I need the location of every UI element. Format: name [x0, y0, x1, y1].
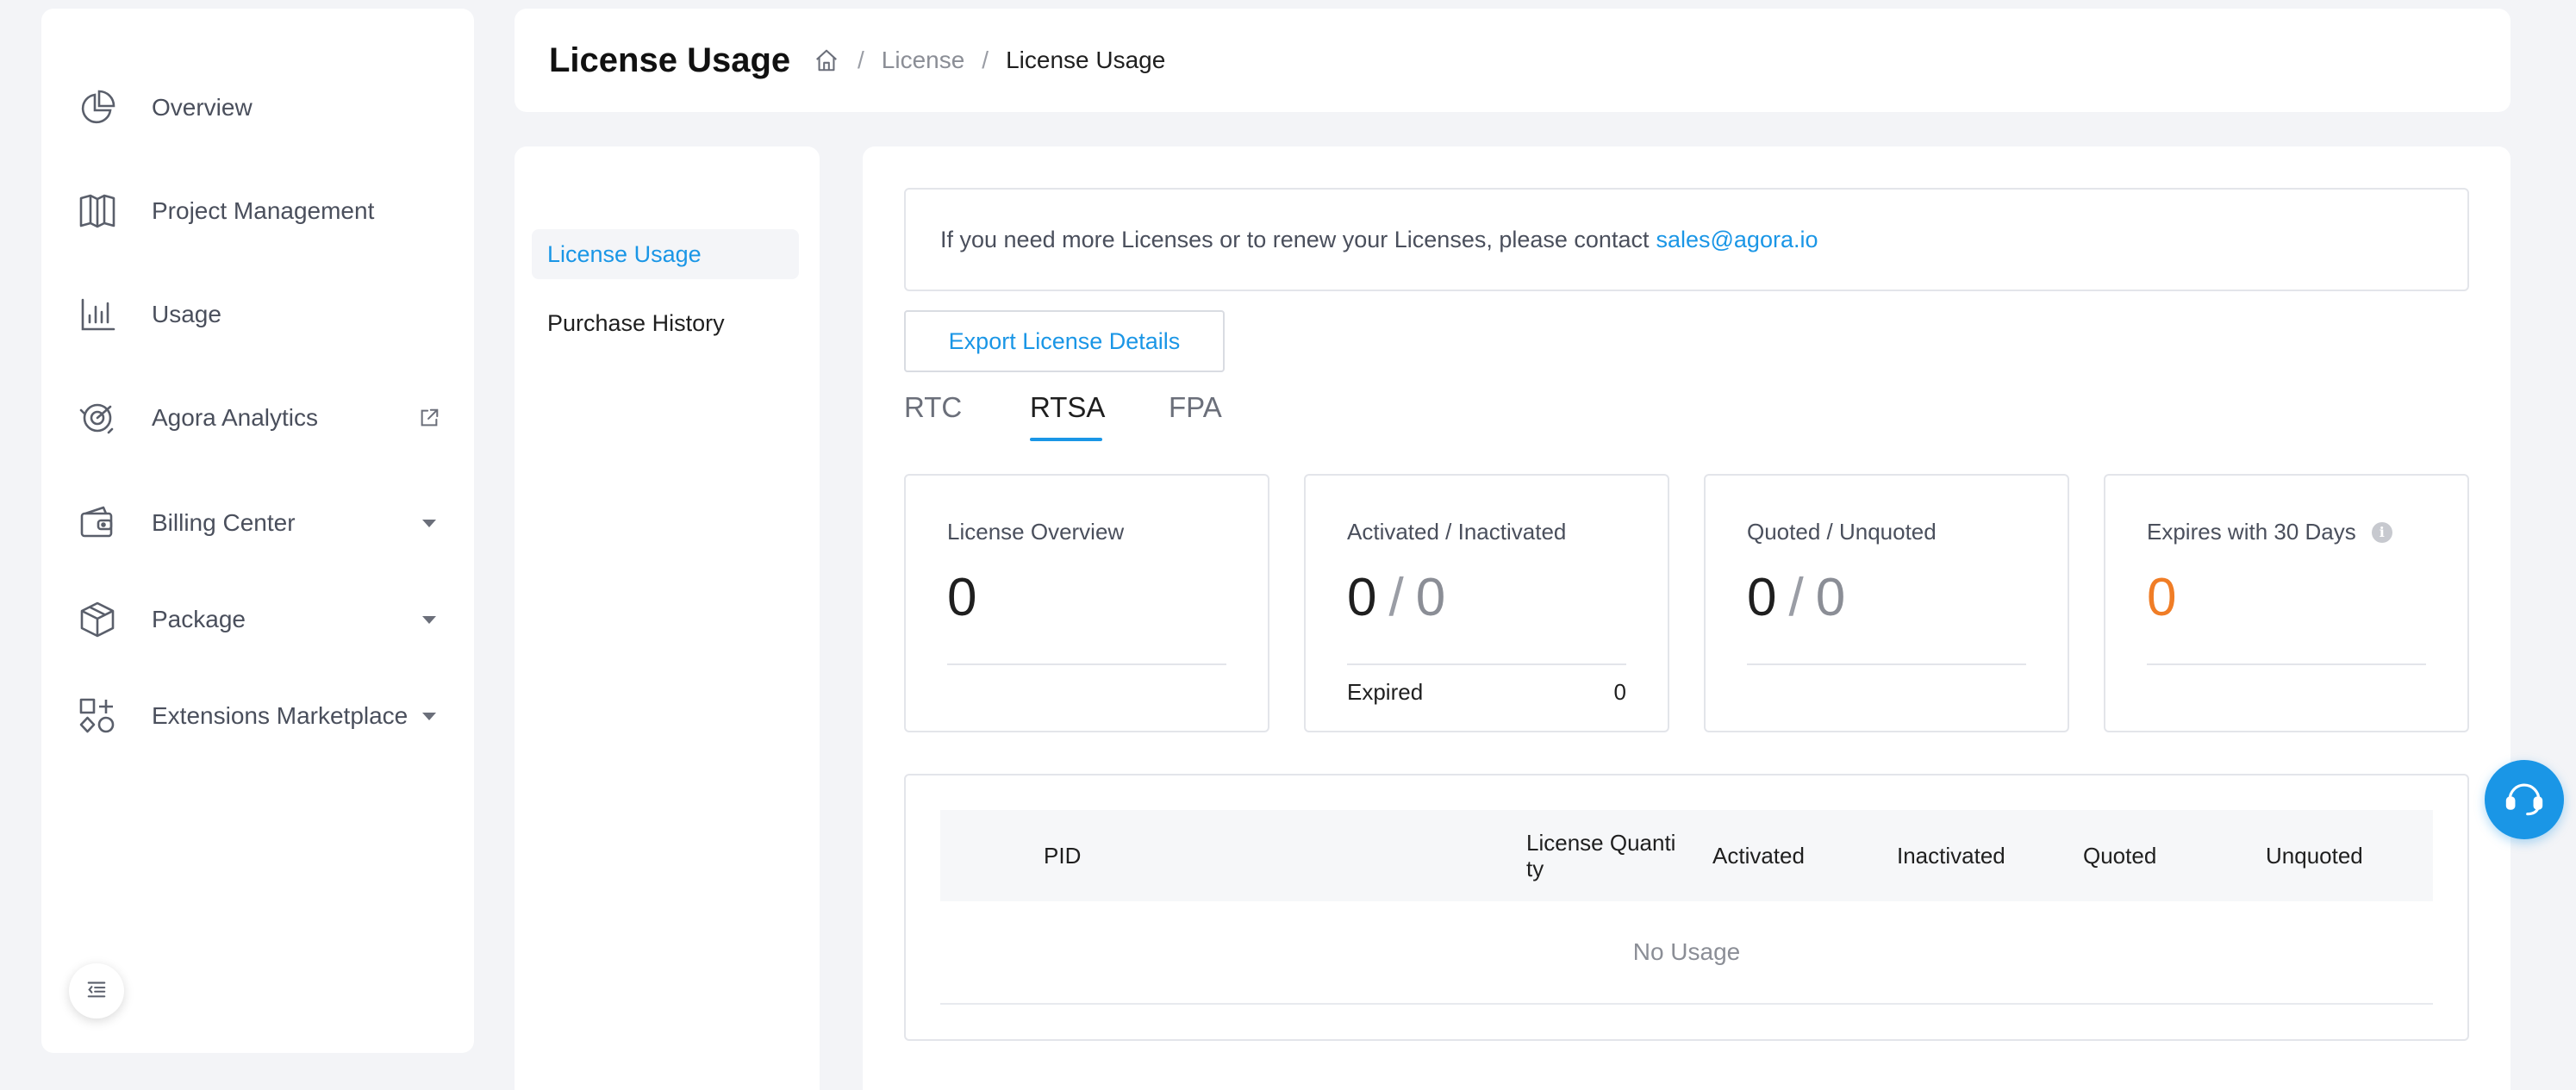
column-header-license-quantity: License Quanti ty: [1526, 810, 1675, 901]
card-divider: [2147, 663, 2426, 665]
breadcrumb-link-license[interactable]: License: [882, 47, 965, 74]
empty-state-text: No Usage: [940, 901, 2433, 1005]
tab-rtc[interactable]: RTC: [904, 391, 962, 424]
sidebar-item-billing-center[interactable]: Billing Center: [41, 493, 474, 553]
export-license-details-button[interactable]: Export License Details: [904, 310, 1225, 372]
column-header-line: License Quanti: [1526, 830, 1676, 856]
column-header-inactivated: Inactivated: [1897, 843, 2005, 869]
sidebar-item-project-management[interactable]: Project Management: [41, 181, 474, 241]
column-header-pid: PID: [1044, 843, 1082, 869]
activated-count: 0: [1347, 568, 1377, 627]
caret-down-icon[interactable]: [417, 607, 441, 632]
sidebar-item-label: Billing Center: [152, 509, 296, 536]
expired-row: Expired 0: [1347, 679, 1626, 706]
card-divider: [947, 663, 1226, 665]
expired-label: Expired: [1347, 679, 1424, 705]
contact-notice: If you need more Licenses or to renew yo…: [904, 188, 2469, 291]
breadcrumb: / License / License Usage: [813, 45, 1165, 76]
caret-down-icon[interactable]: [417, 704, 441, 728]
column-header-unquoted: Unquoted: [2266, 843, 2363, 869]
column-header-quoted: Quoted: [2083, 843, 2157, 869]
value-separator: /: [1388, 568, 1404, 627]
sidebar-item-label: Usage: [152, 301, 221, 327]
collapse-sidebar-button[interactable]: [69, 963, 124, 1018]
table-header: PID License Quanti ty Activated Inactiva…: [940, 810, 2433, 901]
card-value: 0: [947, 568, 977, 627]
sidebar-item-agora-analytics[interactable]: Agora Analytics: [41, 388, 474, 448]
sidebar-item-label: Package: [152, 606, 246, 632]
inactivated-count: 0: [1415, 568, 1446, 627]
sidebar-item-label: Project Management: [152, 197, 375, 224]
map-icon: [78, 191, 117, 231]
analytics-icon: [78, 398, 117, 438]
license-usage-table: PID License Quanti ty Activated Inactiva…: [904, 774, 2469, 1041]
activated-inactivated-card: Activated / Inactivated 0/0 Expired 0: [1304, 474, 1669, 732]
license-submenu: License Usage Purchase History: [515, 146, 820, 1090]
page-title: License Usage: [549, 41, 791, 79]
card-divider: [1747, 663, 2026, 665]
card-title: Expires with 30 Days i: [2147, 519, 2392, 545]
collapse-menu-icon: [85, 978, 108, 1005]
column-header-line: ty: [1526, 856, 1544, 881]
sidebar-item-usage[interactable]: Usage: [41, 284, 474, 345]
breadcrumb-current: License Usage: [1006, 47, 1166, 73]
sidebar-item-label: Overview: [152, 94, 253, 121]
extensions-icon: [78, 696, 117, 736]
value-separator: /: [1788, 568, 1804, 627]
page-header: License Usage / License / License Usage: [515, 9, 2511, 112]
card-title: License Overview: [947, 519, 1125, 545]
pie-chart-icon: [78, 88, 117, 128]
sales-email-link[interactable]: sales@agora.io: [1656, 227, 1818, 253]
sidebar-item-label: Extensions Marketplace: [152, 702, 409, 729]
unquoted-count: 0: [1815, 568, 1846, 627]
card-title-text: Expires with 30 Days: [2147, 519, 2356, 545]
active-tab-indicator: [1030, 438, 1102, 441]
tab-rtsa[interactable]: RTSA: [1030, 391, 1105, 424]
tab-fpa[interactable]: FPA: [1169, 391, 1222, 424]
quoted-count: 0: [1747, 568, 1777, 627]
license-overview-card: License Overview 0: [904, 474, 1269, 732]
column-header-activated: Activated: [1712, 843, 1805, 869]
card-value: 0/0: [1747, 567, 1845, 629]
breadcrumb-separator: /: [982, 47, 989, 73]
sidebar: Overview Project Management Usage Agora …: [41, 9, 474, 1053]
card-divider: [1347, 663, 1626, 665]
notice-text: If you need more Licenses or to renew yo…: [940, 226, 1650, 252]
card-title: Quoted / Unquoted: [1747, 519, 1937, 545]
quoted-unquoted-card: Quoted / Unquoted 0/0: [1704, 474, 2069, 732]
main-panel: If you need more Licenses or to renew yo…: [863, 146, 2511, 1090]
submenu-item-purchase-history[interactable]: Purchase History: [532, 298, 799, 348]
info-icon[interactable]: i: [2371, 521, 2392, 543]
card-value: 0/0: [1347, 567, 1445, 629]
home-icon[interactable]: [813, 47, 840, 74]
support-chat-button[interactable]: [2485, 760, 2564, 839]
sidebar-item-package[interactable]: Package: [41, 589, 474, 650]
external-link-icon[interactable]: [417, 406, 441, 430]
sidebar-item-extensions-marketplace[interactable]: Extensions Marketplace: [41, 686, 474, 746]
submenu-item-license-usage[interactable]: License Usage: [532, 229, 799, 279]
headset-icon: [2500, 774, 2548, 826]
bar-chart-icon: [78, 295, 117, 334]
card-value: 0: [2147, 568, 2177, 627]
sidebar-item-overview[interactable]: Overview: [41, 78, 474, 138]
expired-value: 0: [1613, 679, 1626, 705]
card-title: Activated / Inactivated: [1347, 519, 1567, 545]
sidebar-item-label: Agora Analytics: [152, 404, 318, 431]
expires-soon-card: Expires with 30 Days i 0: [2104, 474, 2469, 732]
breadcrumb-separator: /: [858, 47, 864, 73]
package-icon: [78, 600, 117, 639]
wallet-icon: [78, 503, 117, 543]
caret-down-icon[interactable]: [417, 511, 441, 535]
